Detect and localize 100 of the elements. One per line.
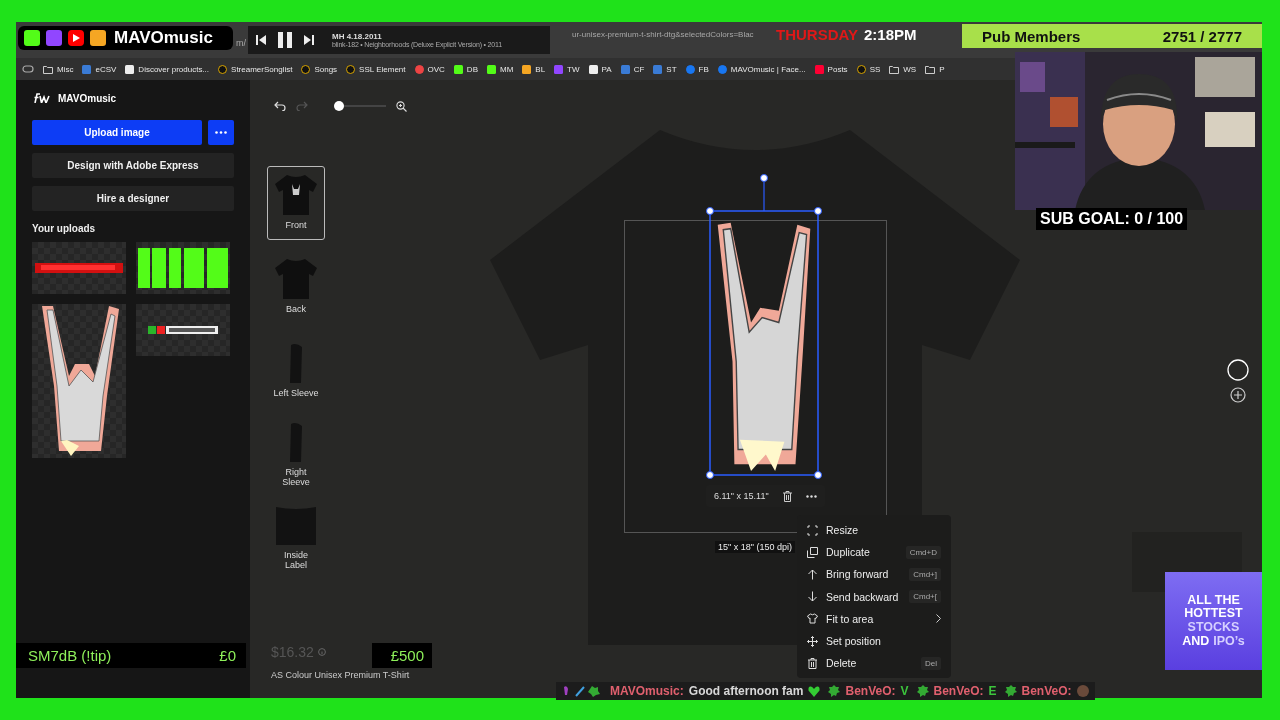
view-tab[interactable]: Inside Label [267,502,325,576]
next-icon[interactable] [304,35,314,45]
view-tab[interactable]: Right Sleeve [267,418,325,492]
site-icon [717,64,727,74]
ad-text: HOTTEST [1184,607,1243,621]
bookmark[interactable]: MM [487,64,514,74]
emote-icon [1076,685,1089,697]
ad-text: IPO’s [1213,634,1245,649]
menu-item[interactable]: Duplicate Cmd+D [797,541,951,564]
chat-message: E [988,684,997,698]
site-icon [453,64,463,74]
site-icon [653,64,663,74]
tip-goal-label: SM7dB (!tip) [28,647,112,664]
sidebar-button[interactable]: Hire a designer [32,186,234,211]
site-icon [588,64,598,74]
tip-raised: £0 [219,647,236,664]
menu-item[interactable]: Resize [797,519,951,542]
site-icon [554,64,564,74]
verified-badge-icon [916,685,929,697]
arrow-down-icon [807,591,818,603]
move-icon [807,635,818,647]
ad-text: STOCKS [1187,621,1240,635]
sidebar-button[interactable]: Design with Adobe Express [32,153,234,178]
bookmark[interactable]: MAVOmusic | Face... [717,64,806,74]
menu-item[interactable]: Bring forward Cmd+] [797,563,951,586]
bookmark[interactable]: WS [889,64,917,74]
bookmark[interactable]: Misc [43,64,74,74]
bookmark[interactable]: OVC [414,64,445,74]
shortcut-key: Cmd+] [909,567,941,581]
bookmark[interactable]: TW [554,64,580,74]
bookmark[interactable]: BL [522,64,546,74]
add-circle-icon[interactable] [1230,387,1246,403]
account-name: MAVOmusic [58,92,117,104]
badge-icons-drawing [562,685,602,697]
menu-item[interactable]: Send backward Cmd+[ [797,585,951,608]
folder-icon [925,64,936,74]
channel-logo: MAVOmusic [18,26,233,50]
more-icon[interactable] [805,494,817,498]
view-tab[interactable]: Left Sleeve [267,334,325,408]
menu-item[interactable]: Set position [797,629,951,653]
zoom-in-icon[interactable] [396,100,407,112]
bookmark[interactable]: eCSV [82,64,117,74]
shortcut-key: Cmd+D [905,545,941,559]
site-icon [814,64,824,74]
ad-text: AND [1182,634,1210,649]
bookmark[interactable]: SSL Element [346,64,406,74]
site-icon [620,64,630,74]
menu-item[interactable]: Delete Del [797,652,951,675]
chat-username: MAVOmusic: [610,684,684,698]
folder-icon [43,64,53,74]
fw-logo-icon [32,93,50,103]
circle-icon[interactable] [1227,359,1249,381]
previous-icon[interactable] [256,35,266,45]
upload-thumbnail[interactable] [136,242,230,294]
chat-username: BenVeO: [933,684,984,698]
trash-icon[interactable] [782,490,792,502]
chat-username: BenVeO: [1021,684,1072,698]
shortcut-key: Cmd+[ [909,590,941,604]
bookmark[interactable]: CF [620,64,645,74]
view-tab[interactable]: Back [267,250,325,324]
bookmark[interactable]: Discover products... [125,64,210,74]
members-count: 2751 / 2777 [1162,27,1242,45]
resize-icon [807,524,818,536]
address-text: m/ [236,38,246,48]
undo-icon[interactable] [274,101,286,111]
address-url[interactable]: ur-unisex-premium-t-shirt-dtg&selectedColors=Blac [572,30,754,39]
bookmark[interactable]: ST [653,64,677,74]
site-icon [685,64,695,74]
shirt-thumbnail-icon [275,175,317,216]
pause-icon[interactable] [278,32,292,48]
music-icon [218,64,228,74]
upload-thumbnail[interactable] [32,304,126,458]
zoom-slider-thumb[interactable] [334,101,344,111]
bookmark[interactable]: Posts [814,64,848,74]
chat-message: V [900,684,909,698]
bookmark[interactable]: Songs [301,64,338,74]
day-label: THURSDAY [776,26,858,43]
bookmark[interactable]: FB [685,64,709,74]
shortcut-key: Del [921,656,941,670]
upload-button[interactable]: Upload image [32,120,202,145]
folder-icon [889,64,900,74]
bookmark[interactable]: PA [588,64,612,74]
upload-thumbnail[interactable] [136,304,230,356]
bookmark[interactable]: P [925,64,945,74]
print-area-size: 15" x 18" (150 dpi) [715,541,795,553]
upload-thumbnail[interactable] [32,242,126,294]
uploads-heading: Your uploads [32,223,97,234]
track-title: MH 4.18.2011 [332,32,383,41]
view-tab[interactable]: Front [267,166,325,240]
trash-icon [807,657,818,669]
product-name: AS Colour Unisex Premium T-Shirt [271,670,411,680]
heart-icon [808,685,821,697]
bookmark[interactable]: SS [856,64,881,74]
selection-frame[interactable] [706,173,822,479]
menu-item[interactable]: Fit to area [797,607,951,630]
more-button[interactable] [208,120,234,145]
site-icon [487,64,496,74]
bookmark[interactable]: StreamerSonglist [218,64,293,74]
selection-size: 6.11" x 15.11" [714,491,769,501]
bookmark[interactable]: DB [453,64,478,74]
